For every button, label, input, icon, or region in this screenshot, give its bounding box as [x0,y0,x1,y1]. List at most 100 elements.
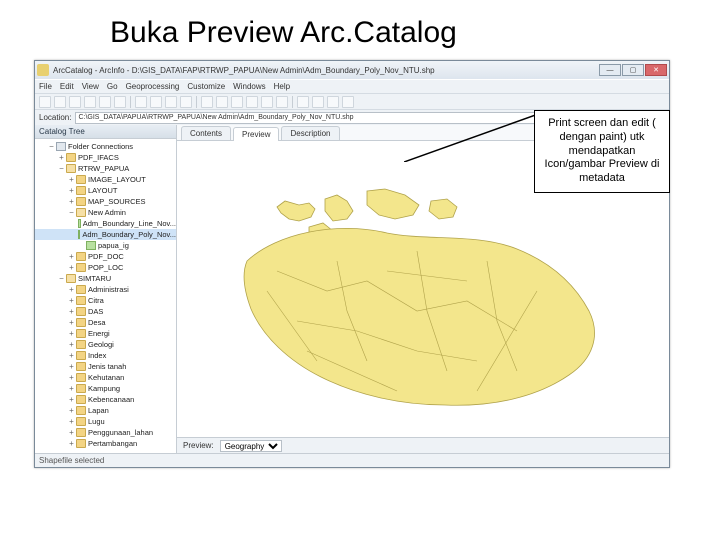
tree-item[interactable]: +Lugu [35,416,176,427]
tree-item[interactable]: +Kehutanan [35,372,176,383]
status-text: Shapefile selected [39,456,104,465]
tree-item[interactable]: Adm_Boundary_Line_Nov... [35,218,176,229]
tree-item-label: Geologi [88,340,114,349]
tree-item[interactable]: +Pertambangan [35,438,176,449]
toolbar-button[interactable] [312,96,324,108]
tree-item[interactable]: +Lapan [35,405,176,416]
tab-preview[interactable]: Preview [233,127,279,141]
folder-icon [76,417,86,426]
tree-item-label: LAYOUT [88,186,117,195]
toolbar-button[interactable] [261,96,273,108]
preview-type-select[interactable]: GeographyTable [220,440,282,452]
tree-item[interactable]: +MAP_SOURCES [35,196,176,207]
toolbar-button[interactable] [69,96,81,108]
toolbar-button[interactable] [180,96,192,108]
tree-item[interactable]: +IMAGE_LAYOUT [35,174,176,185]
toolbar-button[interactable] [231,96,243,108]
tree-item[interactable]: +Index [35,350,176,361]
toolbar-button[interactable] [276,96,288,108]
toolbar-button[interactable] [327,96,339,108]
folder-icon [66,274,76,283]
titlebar: ArcCatalog - ArcInfo - D:\GIS_DATA\FAP\R… [35,61,669,79]
toolbar-button[interactable] [216,96,228,108]
close-button[interactable]: ✕ [645,64,667,76]
slide-title: Buka Preview Arc.Catalog [0,0,720,60]
folder-icon [76,296,86,305]
toolbar-button[interactable] [297,96,309,108]
preview-label: Preview: [183,441,214,450]
toolbar-separator [292,96,293,108]
minimize-button[interactable]: — [599,64,621,76]
tree-item[interactable]: +POP_LOC [35,262,176,273]
tree-item-label: Adm_Boundary_Poly_Nov... [82,230,176,239]
tree-item[interactable]: +Penggunaan_lahan [35,427,176,438]
toolbar-button[interactable] [99,96,111,108]
tree-item[interactable]: Adm_Boundary_Poly_Nov... [35,229,176,240]
tree-item-label: New Admin [88,208,126,217]
folder-icon [76,197,86,206]
tree-item[interactable]: +PDF_IFACS [35,152,176,163]
map-graphic [217,161,637,437]
folder-icon [76,362,86,371]
tree-item[interactable]: +Kebencanaan [35,394,176,405]
toolbar-button[interactable] [246,96,258,108]
tree-item[interactable]: +Citra [35,295,176,306]
toolbar-button[interactable] [84,96,96,108]
folder-icon [76,263,86,272]
tree-item[interactable]: −New Admin [35,207,176,218]
folder-icon [76,318,86,327]
tree-item[interactable]: −SIMTARU [35,273,176,284]
window-title: ArcCatalog - ArcInfo - D:\GIS_DATA\FAP\R… [53,66,435,75]
toolbar-button[interactable] [150,96,162,108]
tree-item[interactable]: +Energi [35,328,176,339]
maximize-button[interactable]: ▢ [622,64,644,76]
tree-item[interactable]: −RTRW_PAPUA [35,163,176,174]
app-icon [37,64,49,76]
menu-geoprocessing[interactable]: Geoprocessing [126,82,180,91]
toolbar-button[interactable] [39,96,51,108]
toolbar-button[interactable] [114,96,126,108]
menu-view[interactable]: View [82,82,99,91]
tree-item-label: IMAGE_LAYOUT [88,175,146,184]
tree-item[interactable]: +Geologi [35,339,176,350]
catalog-tree-header: Catalog Tree [35,125,176,139]
tree-item[interactable]: +Jenis tanah [35,361,176,372]
shapefile-icon [78,219,81,228]
tab-contents[interactable]: Contents [181,126,231,140]
tree-item-label: PDF_DOC [88,252,124,261]
folder-icon [76,395,86,404]
tree-item-label: POP_LOC [88,263,123,272]
catalog-tree[interactable]: −Folder Connections +PDF_IFACS−RTRW_PAPU… [35,139,176,453]
tree-item[interactable]: +DAS [35,306,176,317]
folder-icon [76,252,86,261]
toolbar-button[interactable] [342,96,354,108]
menu-file[interactable]: File [39,82,52,91]
tree-item-label: Adm_Boundary_Line_Nov... [83,219,176,228]
tree-item-label: Pertambangan [88,439,137,448]
tab-description[interactable]: Description [281,126,339,140]
toolbar [35,93,669,109]
folder-icon [76,208,86,217]
toolbar-button[interactable] [135,96,147,108]
folder-icon [76,329,86,338]
menu-go[interactable]: Go [107,82,118,91]
menu-customize[interactable]: Customize [187,82,225,91]
toolbar-button[interactable] [165,96,177,108]
tree-item[interactable]: papua_ig [35,240,176,251]
tree-root[interactable]: −Folder Connections [35,141,176,152]
tree-item-label: Administrasi [88,285,129,294]
tree-item[interactable]: +LAYOUT [35,185,176,196]
status-bar: Shapefile selected [35,453,669,467]
menu-help[interactable]: Help [274,82,290,91]
tree-item[interactable]: +PDF_DOC [35,251,176,262]
menu-edit[interactable]: Edit [60,82,74,91]
tree-item-label: SIMTARU [78,274,111,283]
folder-icon [76,373,86,382]
tree-item[interactable]: +Administrasi [35,284,176,295]
tree-item[interactable]: +Kampung [35,383,176,394]
tree-item[interactable]: +Desa [35,317,176,328]
menu-windows[interactable]: Windows [233,82,265,91]
folder-icon [76,340,86,349]
toolbar-button[interactable] [54,96,66,108]
toolbar-button[interactable] [201,96,213,108]
